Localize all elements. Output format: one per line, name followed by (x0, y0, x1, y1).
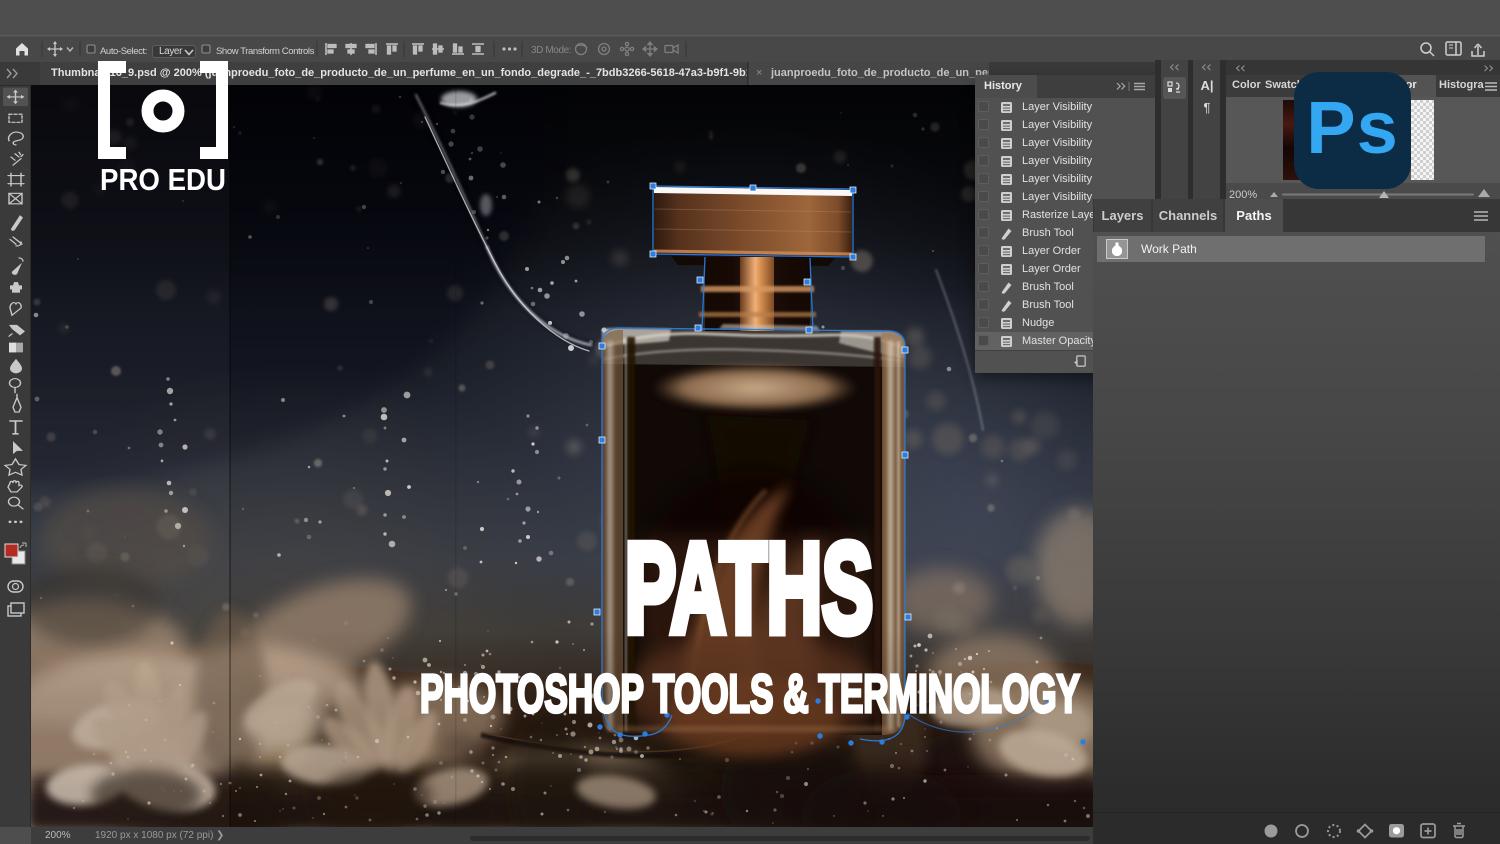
svg-text:PRO EDU: PRO EDU (100, 162, 226, 197)
svg-text:PHOTOSHOP TOOLS & TERMINOLOGY: PHOTOSHOP TOOLS & TERMINOLOGY (420, 664, 1080, 724)
svg-text:PATHS: PATHS (625, 517, 873, 659)
